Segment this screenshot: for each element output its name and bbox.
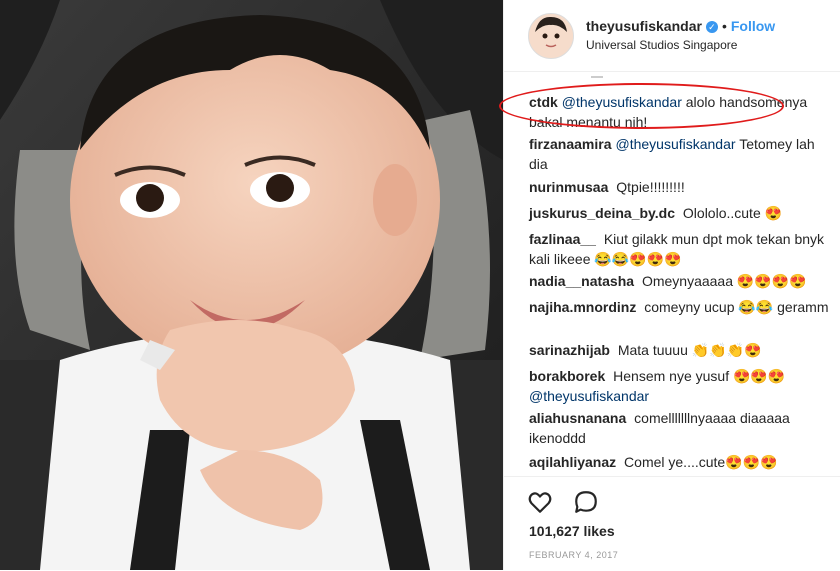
comment-item: sarinazhijab Mata tuuuu 👏👏👏😍	[529, 340, 829, 360]
comment-text: Olololo..cute 😍	[682, 205, 783, 221]
baby-photo-illustration	[0, 0, 503, 570]
comment-item: borakborek Hensem nye yusuf 😍😍😍 @theyusu…	[529, 366, 829, 406]
post-username[interactable]: theyusufiskandar	[586, 18, 702, 34]
comment-item: juskurus_deina_by.dc Olololo..cute 😍	[529, 203, 829, 223]
scroll-indicator	[591, 76, 603, 78]
comment-mention[interactable]: @theyusufiskandar	[615, 136, 735, 152]
comment-username[interactable]: borakborek	[529, 368, 605, 384]
comment-text: Omeynyaaaaa 😍😍😍😍	[641, 273, 807, 289]
comment-username[interactable]: firzanaamira	[529, 136, 611, 152]
post-location[interactable]: Universal Studios Singapore	[586, 36, 775, 54]
comment-item: najiha.mnordinz comeyny ucup 😂😂 geramm	[529, 297, 829, 317]
post-actions: 101,627 likes FEBRUARY 4, 2017	[504, 476, 840, 571]
comment-username[interactable]: fazlinaa__	[529, 231, 596, 247]
comment-item: nurinmusaa Qtpie!!!!!!!!!	[529, 177, 829, 197]
comment-username[interactable]: sarinazhijab	[529, 342, 610, 358]
post-header: theyusufiskandar ✓ • Follow Universal Studi…	[504, 0, 840, 72]
highlight-circle	[499, 83, 784, 129]
comment-username[interactable]: juskurus_deina_by.dc	[529, 205, 675, 221]
likes-count[interactable]: 101,627 likes	[529, 523, 615, 539]
comments-list[interactable]: ctdk @theyusufiskandar alolo handsomenya …	[504, 72, 840, 476]
avatar[interactable]	[528, 12, 574, 59]
comment-text: Comel ye....cute😍😍😍	[624, 454, 778, 470]
comment-text: Hensem nye yusuf 😍😍😍	[613, 368, 786, 384]
heart-icon[interactable]	[527, 489, 553, 515]
instagram-post: theyusufiskandar ✓ • Follow Universal Studi…	[0, 0, 840, 570]
comment-text: comeyny ucup 😂😂 geramm	[644, 299, 829, 315]
post-photo[interactable]	[0, 0, 503, 570]
comment-username[interactable]: nurinmusaa	[529, 179, 608, 195]
comment-text: Mata tuuuu 👏👏👏😍	[617, 342, 762, 358]
comment-item: fazlinaa__ Kiut gilakk mun dpt mok tekan…	[529, 229, 829, 269]
comment-username[interactable]: aliahusnanana	[529, 410, 626, 426]
follow-button[interactable]: Follow	[731, 18, 775, 34]
comment-item: aqilahliyanaz Comel ye....cute😍😍😍	[529, 452, 829, 472]
comment-mention[interactable]: @theyusufiskandar	[529, 388, 649, 404]
comment-text: Qtpie!!!!!!!!!	[616, 179, 685, 195]
separator-dot: •	[721, 18, 727, 34]
comment-item: firzanaamira @theyusufiskandar Tetomey la…	[529, 134, 829, 174]
comment-item: nadia__natasha Omeynyaaaaa 😍😍😍😍	[529, 271, 829, 291]
comment-username[interactable]: najiha.mnordinz	[529, 299, 636, 315]
verified-badge-icon: ✓	[705, 20, 718, 33]
avatar-image	[529, 13, 573, 58]
comment-icon[interactable]	[573, 489, 599, 515]
comment-username[interactable]: aqilahliyanaz	[529, 454, 616, 470]
post-date[interactable]: FEBRUARY 4, 2017	[529, 550, 618, 560]
comment-username[interactable]: nadia__natasha	[529, 273, 634, 289]
header-info: theyusufiskandar ✓ • Follow Universal Studi…	[586, 17, 775, 54]
comment-item: aliahusnanana comelllllllnyaaaa diaaaaa …	[529, 408, 829, 448]
